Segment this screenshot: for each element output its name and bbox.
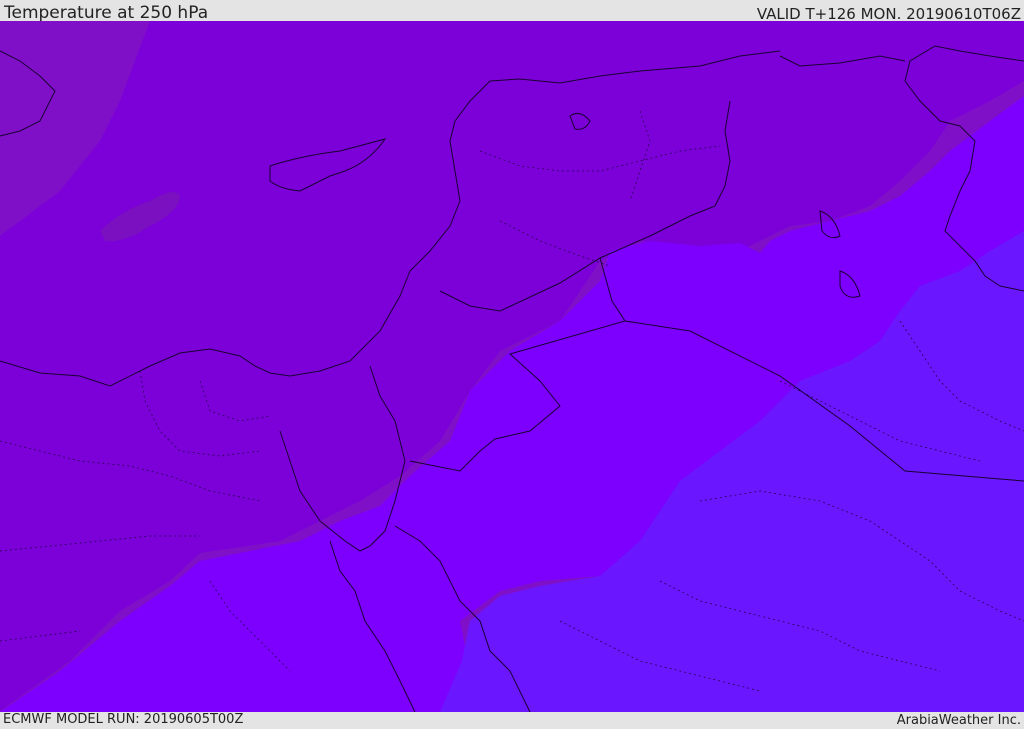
footer-bar: ECMWF MODEL RUN: 20190605T00Z ArabiaWeat…: [0, 712, 1024, 729]
map-title: Temperature at 250 hPa: [4, 3, 209, 23]
credit-label: ArabiaWeather Inc.: [896, 713, 1021, 728]
weather-map[interactable]: [0, 21, 1024, 712]
header-bar: Temperature at 250 hPa VALID T+126 MON. …: [0, 0, 1024, 23]
model-run: ECMWF MODEL RUN: 20190605T00Z: [3, 712, 244, 727]
